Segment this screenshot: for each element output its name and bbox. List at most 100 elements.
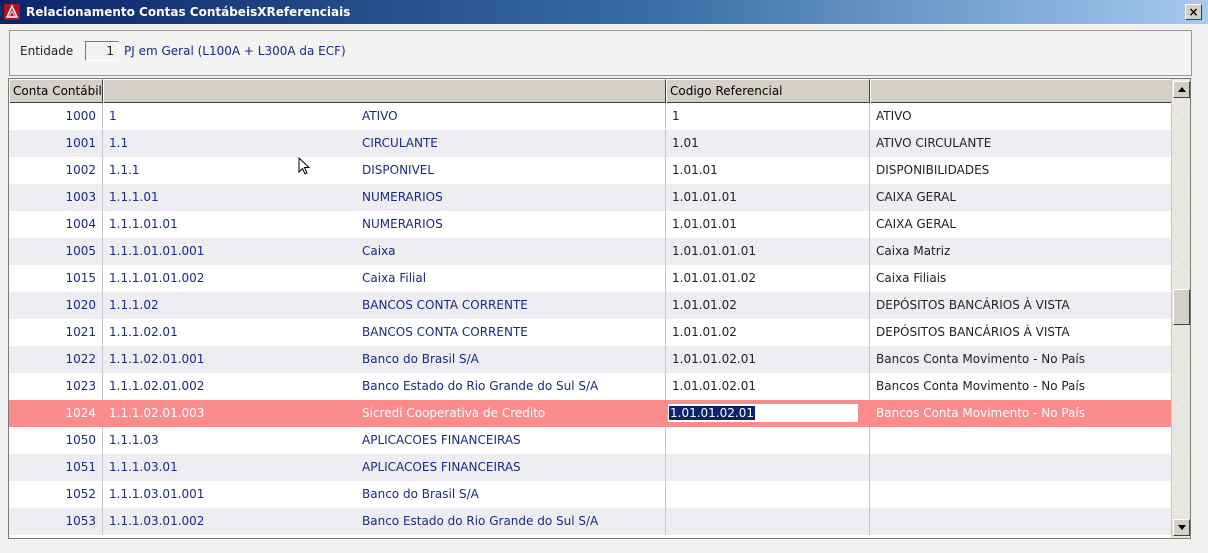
scroll-down-button[interactable] [1173, 519, 1190, 536]
table-row[interactable]: 1000 1 ATIVO 1 ATIVO [9, 103, 1171, 130]
cell-conta-contabil[interactable]: 1003 [9, 184, 103, 211]
cell-description[interactable]: BANCOS CONTA CORRENTE [356, 292, 666, 319]
cell-classification[interactable]: 1.1.1.01.01.002 [103, 265, 356, 292]
cell-description[interactable]: Banco do Brasil S/A [356, 346, 666, 373]
cell-classification[interactable]: 1.1.1.03.01 [103, 454, 356, 481]
cell-classification[interactable]: 1.1.1.01 [103, 184, 356, 211]
cell-classification[interactable]: 1.1.1.01.01.001 [103, 238, 356, 265]
cell-description[interactable]: Caixa Filial [356, 265, 666, 292]
cell-description[interactable]: ATIVO [356, 103, 666, 130]
cell-conta-contabil[interactable]: 1022 [9, 346, 103, 373]
table-row[interactable]: 1052 1.1.1.03.01.001 Banco do Brasil S/A [9, 481, 1171, 508]
cell-description[interactable]: APLICACOES FINANCEIRAS [356, 427, 666, 454]
table-row[interactable]: 1050 1.1.1.03 APLICACOES FINANCEIRAS [9, 427, 1171, 454]
cell-classification[interactable]: 1.1.1.02.01.002 [103, 373, 356, 400]
cell-referencial-description[interactable]: Bancos Conta Movimento - No País [870, 373, 1171, 400]
cell-conta-contabil[interactable]: 1053 [9, 508, 103, 535]
cell-conta-contabil[interactable]: 1005 [9, 238, 103, 265]
cell-classification[interactable]: 1.1.1.02.01.003 [103, 400, 356, 427]
table-row[interactable]: 1002 1.1.1 DISPONIVEL 1.01.01 DISPONIBILIDAD… [9, 157, 1171, 184]
cell-description[interactable]: APLICACOES FINANCEIRAS [356, 454, 666, 481]
cell-classification[interactable]: 1 [103, 103, 356, 130]
table-row[interactable]: 1004 1.1.1.01.01 NUMERARIOS 1.01.01.01 CAIXA… [9, 211, 1171, 238]
scroll-thumb[interactable] [1173, 289, 1190, 325]
cell-classification[interactable]: 1.1.1.01.01 [103, 211, 356, 238]
cell-conta-contabil[interactable]: 1020 [9, 292, 103, 319]
table-row[interactable]: 1024 1.1.1.02.01.003 Sicredi Cooperativa d… [9, 400, 1171, 427]
cell-description[interactable]: NUMERARIOS [356, 184, 666, 211]
cell-description[interactable]: Banco do Brasil S/A [356, 481, 666, 508]
cell-codigo-referencial[interactable]: 1.01.01.02.01 [666, 400, 870, 427]
cell-codigo-referencial[interactable]: 1 [666, 103, 870, 130]
cell-referencial-description[interactable]: Bancos Conta Movimento - No País [870, 346, 1171, 373]
cell-codigo-referencial[interactable] [666, 427, 870, 454]
vertical-scrollbar[interactable] [1171, 79, 1190, 538]
cell-classification[interactable]: 1.1.1.03.01.001 [103, 481, 356, 508]
column-header-codigo-referencial[interactable]: Codigo Referencial [666, 79, 870, 103]
cell-referencial-description[interactable]: Bancos Conta Movimento - No País [870, 400, 1171, 427]
table-row[interactable]: 1005 1.1.1.01.01.001 Caixa 1.01.01.01.01 Cai… [9, 238, 1171, 265]
cell-conta-contabil[interactable]: 1015 [9, 265, 103, 292]
cell-codigo-referencial[interactable]: 1.01.01.01 [666, 184, 870, 211]
column-header-conta-contabil[interactable]: Conta Contábil [9, 79, 103, 103]
cell-description[interactable]: CIRCULANTE [356, 130, 666, 157]
table-row[interactable]: 1003 1.1.1.01 NUMERARIOS 1.01.01.01 CAIXA GE… [9, 184, 1171, 211]
cell-codigo-referencial[interactable]: 1.01.01.02 [666, 292, 870, 319]
cell-referencial-description[interactable] [870, 481, 1171, 508]
cell-referencial-description[interactable]: DISPONIBILIDADES [870, 157, 1171, 184]
cell-classification[interactable]: 1.1.1.03 [103, 427, 356, 454]
table-row[interactable]: 1001 1.1 CIRCULANTE 1.01 ATIVO CIRCULANTE [9, 130, 1171, 157]
cell-codigo-referencial[interactable]: 1.01.01 [666, 157, 870, 184]
cell-codigo-referencial[interactable]: 1.01.01.02.01 [666, 373, 870, 400]
cell-referencial-description[interactable]: DEPÓSITOS BANCÁRIOS À VISTA [870, 319, 1171, 346]
cell-conta-contabil[interactable]: 1024 [9, 400, 103, 427]
accounts-grid[interactable]: Conta Contábil Codigo Referencial 1000 1 A… [8, 78, 1191, 539]
cell-classification[interactable]: 1.1.1.02.01 [103, 319, 356, 346]
cell-referencial-description[interactable] [870, 427, 1171, 454]
table-row[interactable]: 1022 1.1.1.02.01.001 Banco do Brasil S/A 1.… [9, 346, 1171, 373]
table-row[interactable]: 1023 1.1.1.02.01.002 Banco Estado do Rio G… [9, 373, 1171, 400]
cell-description[interactable]: Banco Estado do Rio Grande do Sul S/A [356, 373, 666, 400]
close-icon[interactable]: × [1188, 6, 1198, 18]
cell-codigo-referencial[interactable]: 1.01.01.02.01 [666, 346, 870, 373]
close-button[interactable]: × [1185, 4, 1202, 20]
cell-conta-contabil[interactable]: 1052 [9, 481, 103, 508]
cell-classification[interactable]: 1.1.1.02.01.001 [103, 346, 356, 373]
cell-referencial-description[interactable]: ATIVO CIRCULANTE [870, 130, 1171, 157]
cell-referencial-description[interactable]: CAIXA GERAL [870, 211, 1171, 238]
codigo-referencial-editor[interactable]: 1.01.01.02.01 [668, 404, 858, 422]
cell-codigo-referencial[interactable]: 1.01.01.02 [666, 319, 870, 346]
cell-codigo-referencial[interactable]: 1.01.01.01.02 [666, 265, 870, 292]
cell-description[interactable]: Sicredi Cooperativa de Credito [356, 400, 666, 427]
cell-conta-contabil[interactable]: 1004 [9, 211, 103, 238]
cell-referencial-description[interactable]: DEPÓSITOS BANCÁRIOS À VISTA [870, 292, 1171, 319]
cell-classification[interactable]: 1.1.1 [103, 157, 356, 184]
cell-classification[interactable]: 1.1.1.03.01.002 [103, 508, 356, 535]
table-row[interactable]: 1021 1.1.1.02.01 BANCOS CONTA CORRENTE 1.01… [9, 319, 1171, 346]
cell-description[interactable]: BANCOS CONTA CORRENTE [356, 319, 666, 346]
scroll-up-button[interactable] [1173, 81, 1190, 98]
cell-description[interactable]: NUMERARIOS [356, 211, 666, 238]
column-header-description[interactable] [103, 79, 666, 103]
cell-referencial-description[interactable] [870, 508, 1171, 535]
cell-description[interactable]: DISPONIVEL [356, 157, 666, 184]
cell-referencial-description[interactable]: Caixa Matriz [870, 238, 1171, 265]
cell-conta-contabil[interactable]: 1002 [9, 157, 103, 184]
cell-conta-contabil[interactable]: 1050 [9, 427, 103, 454]
cell-referencial-description[interactable]: CAIXA GERAL [870, 184, 1171, 211]
table-row[interactable]: 1053 1.1.1.03.01.002 Banco Estado do Rio G… [9, 508, 1171, 535]
cell-classification[interactable]: 1.1.1.02 [103, 292, 356, 319]
cell-referencial-description[interactable]: ATIVO [870, 103, 1171, 130]
table-row[interactable]: 1015 1.1.1.01.01.002 Caixa Filial 1.01.01.0… [9, 265, 1171, 292]
cell-classification[interactable]: 1.1 [103, 130, 356, 157]
entidade-input[interactable]: 1 [85, 41, 119, 61]
cell-conta-contabil[interactable]: 1001 [9, 130, 103, 157]
cell-description[interactable]: Banco Estado do Rio Grande do Sul S/A [356, 508, 666, 535]
cell-codigo-referencial[interactable]: 1.01.01.01.01 [666, 238, 870, 265]
column-header-referencial-description[interactable] [870, 79, 1172, 103]
cell-conta-contabil[interactable]: 1023 [9, 373, 103, 400]
cell-codigo-referencial[interactable] [666, 454, 870, 481]
cell-codigo-referencial[interactable]: 1.01.01.01 [666, 211, 870, 238]
table-row[interactable]: 1020 1.1.1.02 BANCOS CONTA CORRENTE 1.01.01… [9, 292, 1171, 319]
cell-description[interactable]: Caixa [356, 238, 666, 265]
